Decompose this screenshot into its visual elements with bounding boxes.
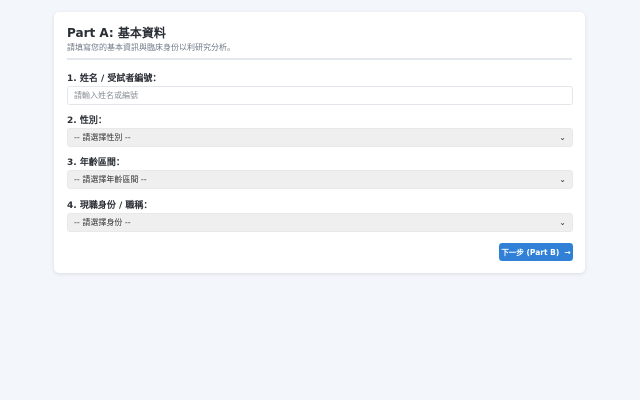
gender-select-value: -- 請選擇性別 -- (74, 133, 131, 142)
role-select[interactable]: -- 請選擇身份 -- ⌄ (67, 213, 573, 232)
next-button[interactable]: 下一步 (Part B) → (499, 243, 573, 261)
next-button-label: 下一步 (Part B) (501, 247, 560, 257)
page-title: Part A: 基本資料 (67, 26, 166, 40)
name-label: 1. 姓名 / 受試者編號： (67, 74, 162, 84)
name-input-placeholder: 請輸入姓名或編號 (74, 91, 138, 100)
gender-label: 2. 性別： (67, 116, 107, 126)
name-input[interactable]: 請輸入姓名或編號 (67, 86, 573, 105)
role-label: 4. 現職身份 / 職稱： (67, 201, 153, 211)
age-label: 3. 年齡區間： (67, 158, 125, 168)
age-select[interactable]: -- 請選擇年齡區間 -- ⌄ (67, 170, 573, 189)
age-select-value: -- 請選擇年齡區間 -- (74, 175, 147, 184)
arrow-right-icon: → (564, 247, 571, 257)
chevron-down-icon: ⌄ (559, 218, 566, 227)
chevron-down-icon: ⌄ (559, 175, 566, 184)
chevron-down-icon: ⌄ (559, 133, 566, 142)
form-card: Part A: 基本資料 請填寫您的基本資訊與臨床身份以利研究分析。 1. 姓名… (54, 12, 585, 273)
title-divider (67, 58, 572, 60)
role-select-value: -- 請選擇身份 -- (74, 218, 131, 227)
gender-select[interactable]: -- 請選擇性別 -- ⌄ (67, 128, 573, 147)
page-subtitle: 請填寫您的基本資訊與臨床身份以利研究分析。 (67, 43, 235, 52)
